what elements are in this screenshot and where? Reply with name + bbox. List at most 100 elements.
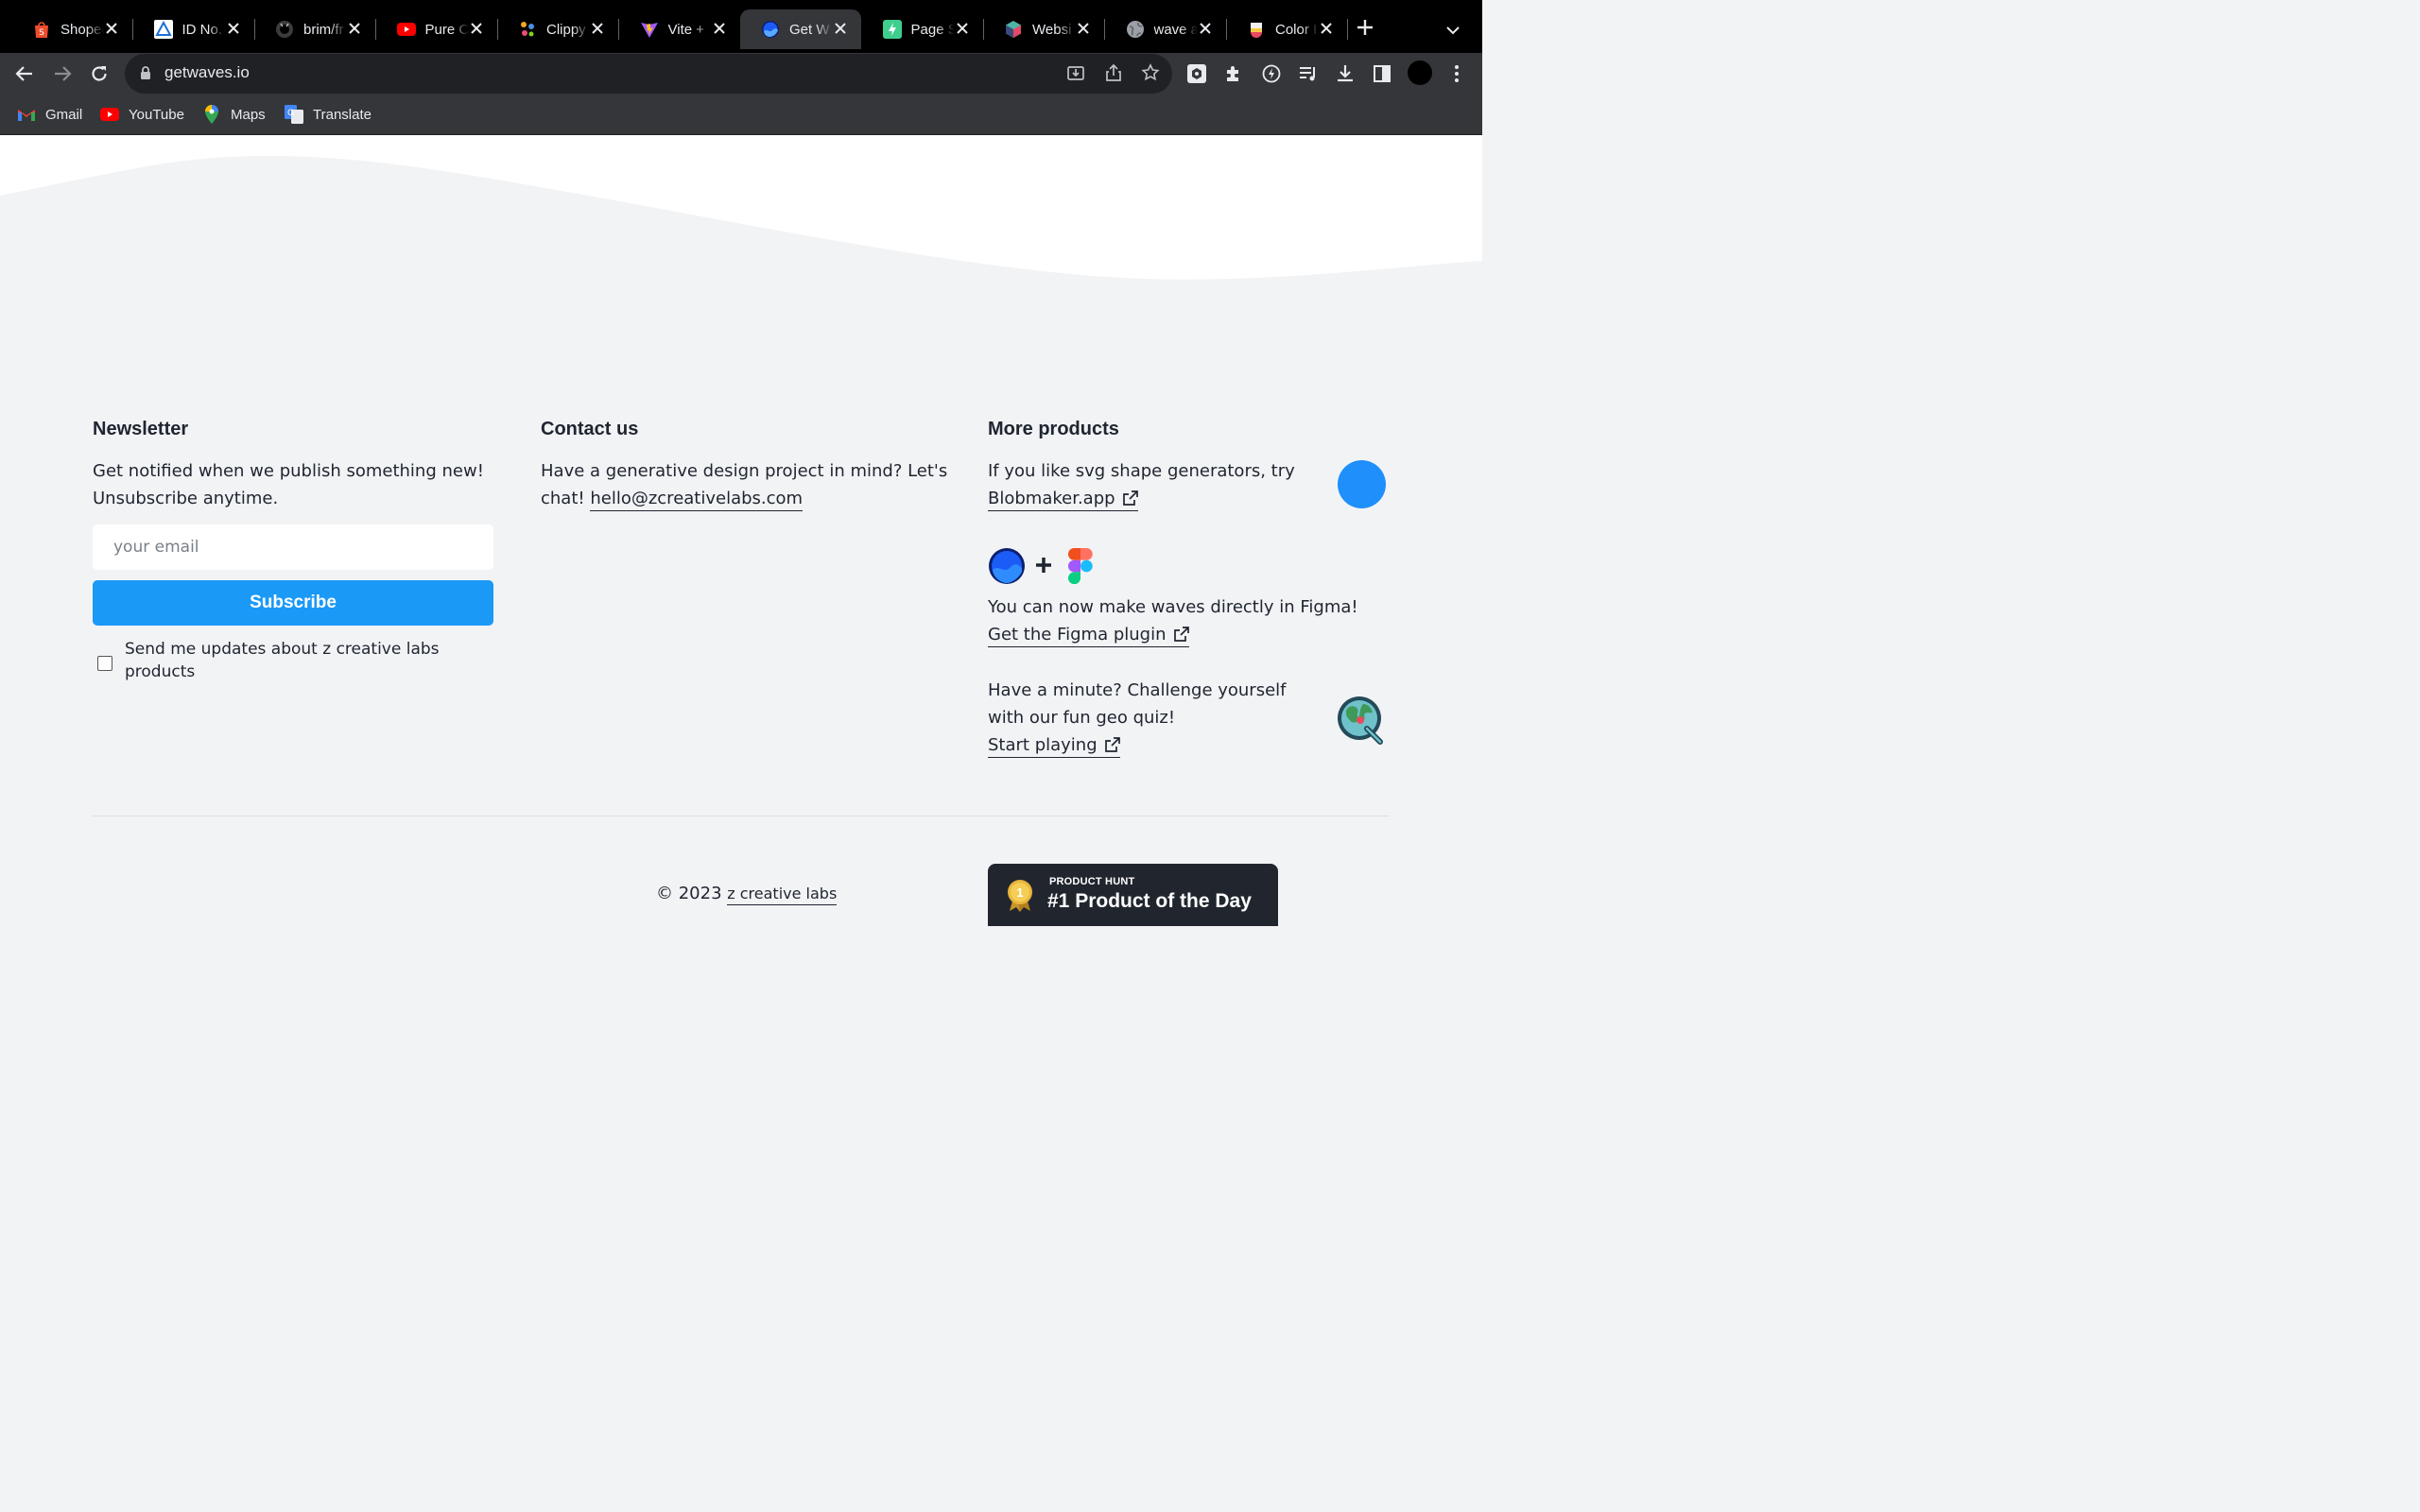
z-creative-labs-link[interactable]: z creative labs <box>727 885 838 905</box>
tab-title: Page S <box>910 21 955 38</box>
bookmark-youtube[interactable]: YouTube <box>100 105 184 124</box>
tab-title: Websi <box>1032 21 1072 38</box>
page-content: Newsletter Get notified when we publish … <box>0 135 1482 926</box>
newsletter-section: Newsletter Get notified when we publish … <box>93 419 499 512</box>
playlist-icon <box>1300 67 1315 81</box>
tab-search-button[interactable] <box>1446 21 1460 39</box>
close-tab-icon[interactable] <box>1076 21 1091 36</box>
contact-text-line1: Have a generative design project in mind… <box>541 461 948 481</box>
bookmark-label: YouTube <box>129 106 184 123</box>
close-tab-icon[interactable] <box>469 21 484 36</box>
close-tab-icon[interactable] <box>955 21 970 36</box>
copyright: © 2023 z creative labs <box>656 884 838 905</box>
start-playing-link-label: Start playing <box>988 735 1098 755</box>
updates-checkbox-label: Send me updates about z creative labs pr… <box>125 640 440 681</box>
puzzle-icon <box>1227 66 1238 81</box>
tab-title: ID No. <box>182 21 223 38</box>
tab-title: Shopee <box>60 21 104 38</box>
new-tab-button[interactable] <box>1356 18 1374 41</box>
browser-tab[interactable]: Websi <box>983 9 1105 49</box>
tab-title: Pure C <box>424 21 469 38</box>
tab-strip: S Shopee ID No. brim/fr Pure C Clippy Vite + Ge… <box>0 0 1482 53</box>
product-hunt-small-label: PRODUCT HUNT <box>1049 876 1135 887</box>
blobmaker-text: If you like svg shape generators, try <box>988 461 1295 481</box>
getwaves-icon <box>761 20 780 39</box>
extension-1-button[interactable] <box>1185 62 1208 85</box>
extensions-button[interactable] <box>1222 62 1245 85</box>
address-bar[interactable]: getwaves.io <box>125 54 1172 94</box>
start-playing-link[interactable]: Start playing <box>988 735 1120 758</box>
kebab-menu-icon <box>1455 65 1459 82</box>
forward-button[interactable] <box>51 62 74 85</box>
browser-tab[interactable]: Page S <box>862 9 984 49</box>
close-tab-icon[interactable] <box>590 21 605 36</box>
reload-icon <box>92 66 107 81</box>
gmail-icon <box>17 105 36 124</box>
subscribe-button[interactable]: Subscribe <box>93 580 493 626</box>
close-tab-icon[interactable] <box>226 21 241 36</box>
browser-tab[interactable]: brim/fr <box>254 9 376 49</box>
browser-tab[interactable]: wave a <box>1105 9 1227 49</box>
email-input[interactable] <box>93 524 493 570</box>
browser-tab[interactable]: ID No. <box>133 9 255 49</box>
more-products-section: More products If you like svg shape gene… <box>988 419 1394 512</box>
chrome-menu-button[interactable] <box>1445 62 1468 85</box>
close-tab-icon[interactable] <box>1319 21 1334 36</box>
product-hunt-badge[interactable]: 1 PRODUCT HUNT #1 Product of the Day <box>988 864 1278 926</box>
svg-text:S: S <box>39 28 44 38</box>
close-tab-icon[interactable] <box>104 21 119 36</box>
figma-plugin-block: You can now make waves directly in Figma… <box>988 593 1404 648</box>
downloads-button[interactable] <box>1334 62 1357 85</box>
close-tab-icon[interactable] <box>1198 21 1213 36</box>
github-icon <box>275 20 294 39</box>
figma-plugin-link[interactable]: Get the Figma plugin <box>988 625 1189 647</box>
browser-tab[interactable]: Color I <box>1226 9 1348 49</box>
contact-text-prefix: chat! <box>541 489 585 508</box>
getwaves-logo-icon <box>989 548 1025 584</box>
star-icon[interactable] <box>1141 63 1160 82</box>
install-app-icon[interactable] <box>1066 63 1085 82</box>
tab-title: Clippy <box>546 21 586 38</box>
media-control-button[interactable] <box>1297 62 1320 85</box>
figma-plugin-link-label: Get the Figma plugin <box>988 625 1167 644</box>
browser-tab[interactable]: Clippy <box>497 9 619 49</box>
browser-tab[interactable]: Get W <box>740 9 861 49</box>
color-drop-icon <box>1247 20 1266 39</box>
browser-tab[interactable]: S Shopee <box>11 9 133 49</box>
hexagon-extension-icon <box>1187 64 1206 83</box>
browser-tab[interactable]: Pure C <box>376 9 498 49</box>
geo-quiz-block: Have a minute? Challenge yourself with o… <box>988 677 1328 759</box>
bookmark-maps[interactable]: Maps <box>202 105 266 124</box>
blobmaker-link[interactable]: Blobmaker.app <box>988 489 1138 511</box>
globe-icon <box>1126 20 1145 39</box>
triangle-logo-icon <box>153 20 173 39</box>
side-panel-button[interactable] <box>1371 62 1393 85</box>
bookmarks-bar: Gmail YouTube Maps G Translate <box>0 94 1482 135</box>
contact-email-link[interactable]: hello@zcreativelabs.com <box>590 489 804 511</box>
contact-heading: Contact us <box>541 419 639 439</box>
figma-text: You can now make waves directly in Figma… <box>988 597 1358 617</box>
reload-button[interactable] <box>88 62 111 85</box>
browser-tab[interactable]: Vite + <box>619 9 740 49</box>
performance-button[interactable] <box>1260 62 1283 85</box>
speed-icon <box>1262 64 1281 83</box>
external-link-icon <box>1104 737 1120 752</box>
close-tab-icon[interactable] <box>347 21 362 36</box>
tab-separator <box>1347 19 1348 40</box>
bookmark-label: Translate <box>313 106 372 123</box>
updates-checkbox[interactable] <box>97 656 112 671</box>
close-tab-icon[interactable] <box>712 21 727 36</box>
profile-avatar[interactable] <box>1408 60 1432 85</box>
bookmark-translate[interactable]: G Translate <box>285 105 372 124</box>
share-icon[interactable] <box>1104 63 1123 82</box>
close-tab-icon[interactable] <box>833 21 848 36</box>
copyright-prefix: © 2023 <box>656 884 722 903</box>
browser-toolbar: getwaves.io <box>0 53 1482 94</box>
bookmark-gmail[interactable]: Gmail <box>17 105 82 124</box>
tab-title: brim/fr <box>303 21 344 38</box>
lock-icon <box>141 66 150 79</box>
back-button[interactable] <box>13 62 36 85</box>
clippy-dots-icon <box>518 20 537 39</box>
url-text: getwaves.io <box>164 63 250 81</box>
quiz-text-line1: Have a minute? Challenge yourself <box>988 680 1287 700</box>
